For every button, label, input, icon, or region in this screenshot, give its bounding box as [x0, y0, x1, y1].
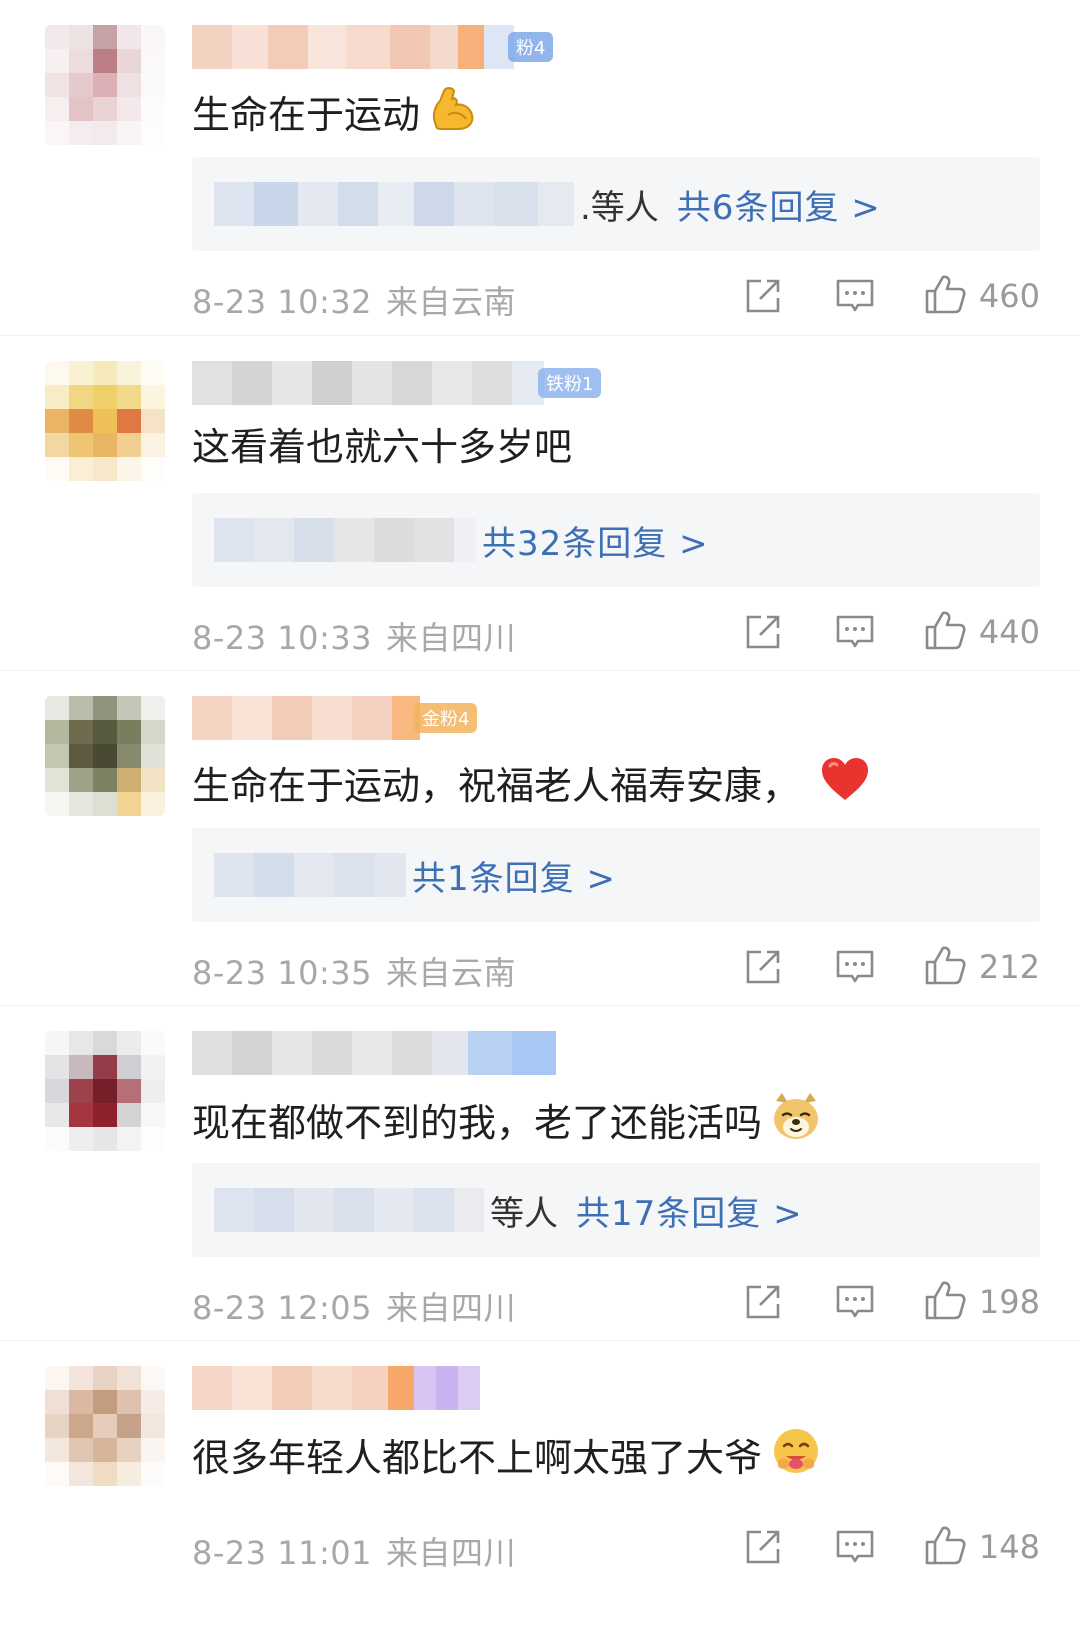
comment-date: 8-23 10:32 — [192, 283, 373, 321]
like-button[interactable]: 460 — [923, 272, 1040, 320]
comment-text: 这看着也就六十多岁吧 — [192, 421, 572, 473]
comment-meta: 8-23 10:33 来自四川 — [192, 613, 516, 659]
username[interactable] — [192, 1363, 480, 1413]
view-replies-link[interactable]: 共17条回复 > — [576, 1186, 803, 1235]
comment-meta: 8-23 11:01 来自四川 — [192, 1528, 516, 1574]
comment-item: 金粉4 生命在于运动，祝福老人福寿安康， 共1条回复 > 8-23 10:35 来… — [0, 670, 1080, 1020]
comment-actions: 198 — [739, 1278, 1040, 1326]
comment-date: 8-23 10:33 — [192, 619, 373, 657]
comment-text: 很多年轻人都比不上啊太强了大爷 — [192, 1426, 822, 1489]
thumbs-up-icon — [923, 1523, 967, 1571]
share-icon[interactable] — [739, 1282, 787, 1322]
comment-date: 8-23 10:35 — [192, 954, 373, 992]
reply-participants-suffix: 等人 — [490, 1193, 558, 1234]
username[interactable]: 金粉4 — [192, 693, 478, 743]
view-replies-link[interactable]: 共32条回复 > — [482, 516, 709, 565]
comment-text: 现在都做不到的我，老了还能活吗 — [192, 1091, 822, 1154]
fan-badge: 铁粉1 — [538, 368, 602, 398]
fan-badge: 粉4 — [508, 32, 554, 62]
comment-actions: 148 — [739, 1523, 1040, 1571]
comment-item: 粉4 生命在于运动 .等人 共6条回复 > 8-23 10:32 来自云南 46… — [0, 0, 1080, 350]
avatar[interactable] — [45, 25, 165, 145]
like-button[interactable]: 148 — [923, 1523, 1040, 1571]
doge-icon — [770, 1091, 822, 1154]
blurred-username — [192, 1031, 556, 1075]
comment-location: 来自云南 — [386, 954, 517, 992]
share-icon[interactable] — [739, 947, 787, 987]
avatar[interactable] — [45, 696, 165, 816]
avatar[interactable] — [45, 1366, 165, 1486]
reply-preview[interactable]: 共1条回复 > — [192, 828, 1040, 922]
reply-preview[interactable]: 等人 共17条回复 > — [192, 1163, 1040, 1257]
comment-meta: 8-23 10:32 来自云南 — [192, 277, 516, 323]
hugging-face-icon — [770, 1426, 822, 1489]
thumbs-up-icon — [923, 943, 967, 991]
comment-location: 来自四川 — [386, 1534, 517, 1572]
like-button[interactable]: 212 — [923, 943, 1040, 991]
like-button[interactable]: 440 — [923, 608, 1040, 656]
comment-icon[interactable] — [831, 1527, 879, 1567]
blurred-username — [192, 361, 544, 405]
comment-text: 生命在于运动，祝福老人福寿安康， — [192, 756, 870, 815]
avatar[interactable] — [45, 361, 165, 481]
comment-text-body: 这看着也就六十多岁吧 — [192, 425, 573, 469]
thumbs-up-icon — [923, 1278, 967, 1326]
comment-icon[interactable] — [831, 1282, 879, 1322]
reply-preview[interactable]: .等人 共6条回复 > — [192, 157, 1040, 251]
blurred-username — [192, 25, 514, 69]
reply-participants-suffix: .等人 — [580, 187, 659, 228]
comment-feed: 粉4 生命在于运动 .等人 共6条回复 > 8-23 10:32 来自云南 46… — [0, 0, 1080, 1634]
comment-text-body: 生命在于运动 — [192, 92, 421, 137]
blurred-reply-names — [214, 182, 574, 226]
like-count: 148 — [978, 1528, 1040, 1566]
comment-text: 生命在于运动 — [192, 85, 476, 144]
view-replies-link[interactable]: 共1条回复 > — [412, 851, 616, 900]
fan-badge: 金粉4 — [414, 703, 478, 733]
blurred-reply-names — [214, 853, 406, 897]
red-heart-icon — [820, 756, 870, 815]
username[interactable]: 铁粉1 — [192, 358, 602, 408]
comment-icon[interactable] — [831, 612, 879, 652]
comment-item: 现在都做不到的我，老了还能活吗 等人 共17条回复 > 8-23 12:05 来… — [0, 1005, 1080, 1355]
thumbs-up-icon — [923, 272, 967, 320]
comment-meta: 8-23 10:35 来自云南 — [192, 948, 516, 994]
share-icon[interactable] — [739, 1527, 787, 1567]
comment-location: 来自四川 — [386, 1289, 517, 1327]
blurred-username — [192, 1366, 480, 1410]
blurred-username — [192, 696, 420, 740]
like-count: 460 — [978, 277, 1040, 315]
blurred-reply-names — [214, 1188, 484, 1232]
view-replies-link[interactable]: 共6条回复 > — [677, 180, 881, 229]
comment-text-body: 生命在于运动，祝福老人福寿安康， — [192, 763, 801, 808]
comment-date: 8-23 11:01 — [192, 1534, 373, 1572]
avatar[interactable] — [45, 1031, 165, 1151]
comment-location: 来自四川 — [386, 619, 517, 657]
share-icon[interactable] — [739, 612, 787, 652]
like-button[interactable]: 198 — [923, 1278, 1040, 1326]
comment-text-body: 很多年轻人都比不上啊太强了大爷 — [192, 1435, 763, 1480]
comment-item: 很多年轻人都比不上啊太强了大爷 8-23 11:01 来自四川 148 — [0, 1340, 1080, 1634]
comment-date: 8-23 12:05 — [192, 1289, 373, 1327]
comment-meta: 8-23 12:05 来自四川 — [192, 1283, 516, 1329]
comment-item: 铁粉1 这看着也就六十多岁吧 共32条回复 > 8-23 10:33 来自四川 4… — [0, 335, 1080, 685]
username[interactable]: 粉4 — [192, 22, 554, 72]
comment-text-body: 现在都做不到的我，老了还能活吗 — [192, 1100, 763, 1145]
flexed-biceps-icon — [428, 85, 476, 144]
like-count: 212 — [978, 948, 1040, 986]
thumbs-up-icon — [923, 608, 967, 656]
comment-actions: 460 — [739, 272, 1040, 320]
username[interactable] — [192, 1028, 556, 1078]
reply-preview[interactable]: 共32条回复 > — [192, 493, 1040, 587]
comment-actions: 440 — [739, 608, 1040, 656]
like-count: 198 — [978, 1283, 1040, 1321]
share-icon[interactable] — [739, 276, 787, 316]
comment-actions: 212 — [739, 943, 1040, 991]
comment-icon[interactable] — [831, 947, 879, 987]
comment-location: 来自云南 — [386, 283, 517, 321]
like-count: 440 — [978, 613, 1040, 651]
blurred-reply-names — [214, 518, 476, 562]
comment-icon[interactable] — [831, 276, 879, 316]
